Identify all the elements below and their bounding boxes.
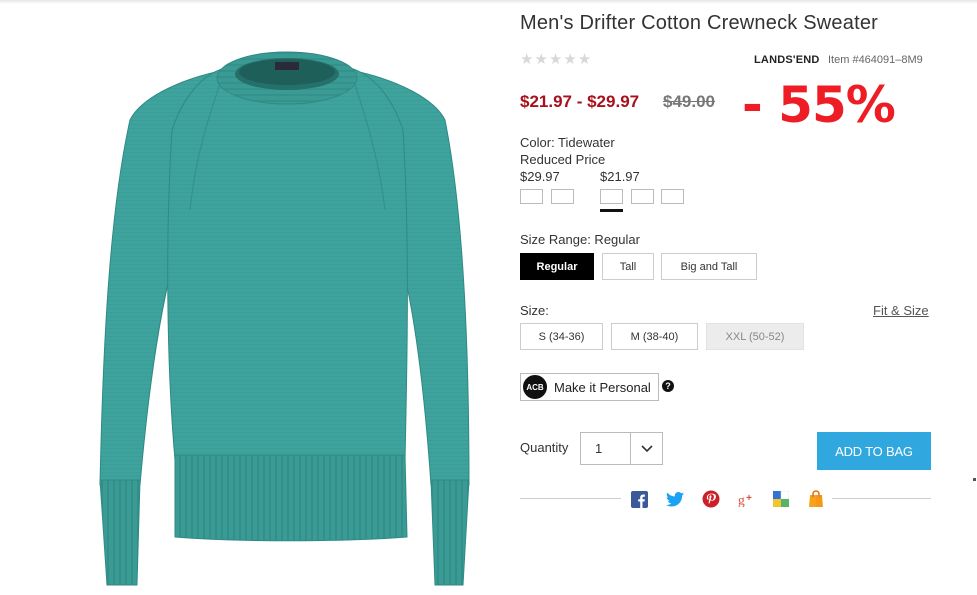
fit-and-size-link[interactable]: Fit & Size xyxy=(873,303,929,318)
twitter-icon[interactable] xyxy=(666,490,684,508)
rating-stars[interactable]: ★★★★★ xyxy=(520,50,592,68)
size-label: Size: xyxy=(520,303,549,318)
help-icon[interactable]: ? xyxy=(662,380,674,392)
quantity-select[interactable]: 1 xyxy=(580,432,663,465)
color-swatch-selected[interactable] xyxy=(600,189,623,204)
brand-logo: LANDS'END xyxy=(754,54,820,66)
chevron-down-icon xyxy=(631,444,662,453)
size-s-button[interactable]: S (34-36) xyxy=(520,323,603,350)
product-image xyxy=(99,51,470,586)
monogram-icon: ACB xyxy=(523,375,547,399)
reduced-price-label: Reduced Price xyxy=(520,152,606,167)
swatch-group-price-reduced: $21.97 xyxy=(600,169,640,184)
shopping-bag-icon[interactable] xyxy=(807,490,825,508)
product-title: Men's Drifter Cotton Crewneck Sweater xyxy=(520,12,879,34)
swatch-group-price-regular: $29.97 xyxy=(520,169,560,184)
selected-swatch-indicator xyxy=(600,209,623,212)
share-divider-right xyxy=(832,498,931,499)
color-swatch[interactable] xyxy=(661,189,684,204)
color-label: Color: Tidewater xyxy=(520,135,615,150)
size-range-big-and-tall-button[interactable]: Big and Tall xyxy=(661,253,757,280)
quantity-label: Quantity xyxy=(520,440,569,455)
size-range-regular-button[interactable]: Regular xyxy=(520,253,594,280)
share-divider-left xyxy=(520,498,621,499)
size-xxl-button[interactable]: XXL (50-52) xyxy=(706,323,804,350)
make-it-personal-label: Make it Personal xyxy=(554,379,651,395)
sale-price-range: $21.97 - $29.97 xyxy=(520,92,640,111)
svg-text:g: g xyxy=(738,492,745,507)
discount-badge: - 55% xyxy=(742,76,896,134)
color-swatch[interactable] xyxy=(551,189,574,204)
pinterest-icon[interactable] xyxy=(702,490,720,508)
top-border xyxy=(0,0,977,4)
make-it-personal-button[interactable]: ACB Make it Personal xyxy=(520,373,659,401)
size-range-tall-button[interactable]: Tall xyxy=(602,253,654,280)
google-plus-icon[interactable]: g + xyxy=(738,490,756,508)
facebook-icon[interactable] xyxy=(630,490,648,508)
add-to-bag-button[interactable]: ADD TO BAG xyxy=(817,432,931,470)
delicious-icon[interactable] xyxy=(772,490,790,508)
edge-marker xyxy=(973,478,976,481)
size-range-label: Size Range: Regular xyxy=(520,232,640,247)
size-m-button[interactable]: M (38-40) xyxy=(611,323,698,350)
original-price: $49.00 xyxy=(663,92,715,111)
color-swatch[interactable] xyxy=(631,189,654,204)
svg-text:+: + xyxy=(746,493,752,504)
quantity-value: 1 xyxy=(595,441,603,456)
color-swatch[interactable] xyxy=(520,189,543,204)
item-number: Item #464091–8M9 xyxy=(828,54,923,66)
